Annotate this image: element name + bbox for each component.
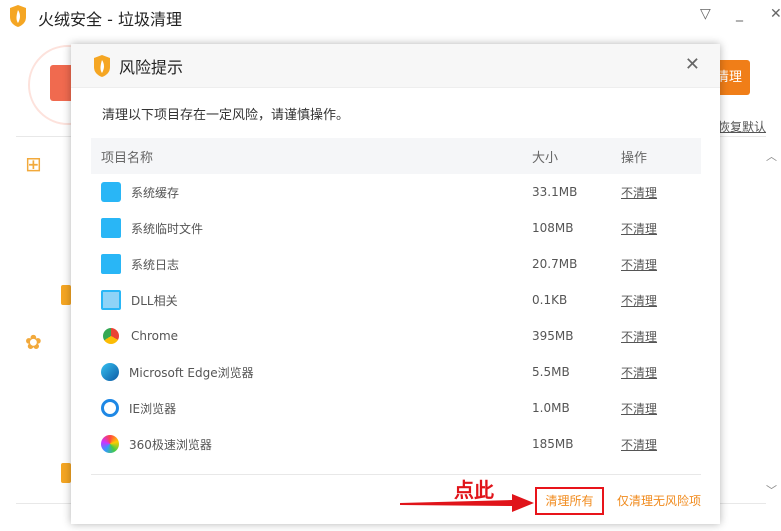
item-name-cell: 系统日志 [91, 254, 532, 274]
skip-clean-link[interactable]: 不清理 [621, 438, 657, 452]
minimize-button[interactable]: _ [736, 6, 743, 22]
item-name: 系统日志 [131, 257, 180, 272]
restore-default-link[interactable]: 恢复默认 [718, 118, 766, 135]
item-size: 395MB [532, 329, 574, 343]
item-name: 系统缓存 [131, 185, 180, 200]
skip-clean-link[interactable]: 不清理 [621, 330, 657, 344]
skip-clean-link[interactable]: 不清理 [621, 366, 657, 380]
item-size: 185MB [532, 437, 574, 451]
item-size: 20.7MB [532, 257, 578, 271]
edge-icon [101, 363, 119, 381]
divider [91, 474, 701, 475]
item-size: 5.5MB [532, 365, 570, 379]
item-size: 108MB [532, 221, 574, 235]
table-row: 系统缓存 33.1MB 不清理 [91, 174, 701, 210]
scroll-down-icon[interactable]: ﹀ [766, 482, 777, 498]
item-name-cell: 系统缓存 [91, 182, 532, 202]
item-name-cell: DLL相关 [91, 290, 532, 310]
orange-tag [61, 463, 71, 483]
item-size: 33.1MB [532, 185, 578, 199]
skip-clean-link[interactable]: 不清理 [621, 222, 657, 236]
item-name-cell: 系统临时文件 [91, 218, 532, 238]
table-header: 项目名称 大小 操作 [91, 138, 701, 174]
item-name: 系统临时文件 [131, 221, 204, 236]
item-name-cell: 360极速浏览器 [91, 435, 532, 453]
drive-icon [101, 182, 121, 202]
chrome-icon [103, 328, 119, 344]
windows-icon: ⊞ [25, 152, 42, 176]
table-row: 360极速浏览器 185MB 不清理 [91, 426, 701, 462]
scroll-up-icon[interactable]: ︿ [766, 148, 777, 164]
log-icon [101, 254, 121, 274]
table-row: Microsoft Edge浏览器 5.5MB 不清理 [91, 354, 701, 390]
table-row: IE浏览器 1.0MB 不清理 [91, 390, 701, 426]
ie-icon [101, 399, 119, 417]
360-browser-icon [101, 435, 119, 453]
item-name: IE浏览器 [129, 401, 177, 416]
warning-text: 清理以下项目存在一定风险，请谨慎操作。 [102, 108, 350, 123]
item-name: 360极速浏览器 [129, 437, 212, 452]
table-row: DLL相关 0.1KB 不清理 [91, 282, 701, 318]
orange-tag [61, 285, 71, 305]
apps-icon: ✿ [25, 330, 42, 354]
risk-dialog: 风险提示 ✕ 清理以下项目存在一定风险，请谨慎操作。 项目名称 大小 操作 系统… [71, 44, 720, 524]
clean-all-button[interactable]: 清理所有 [535, 487, 604, 515]
window-title: 火绒安全 - 垃圾清理 [38, 10, 182, 29]
table-row: Chrome 395MB 不清理 [91, 318, 701, 354]
item-name-cell: Chrome [91, 328, 532, 344]
col-size: 大小 [532, 150, 559, 166]
dialog-titlebar: 风险提示 [71, 44, 720, 88]
dialog-title: 风险提示 [119, 57, 184, 77]
annotation-arrow-icon [400, 494, 534, 512]
item-size: 1.0MB [532, 401, 570, 415]
item-name: Microsoft Edge浏览器 [129, 365, 254, 380]
item-name-cell: Microsoft Edge浏览器 [91, 363, 532, 381]
close-icon[interactable]: ✕ [685, 54, 700, 75]
skip-clean-link[interactable]: 不清理 [621, 186, 657, 200]
skip-clean-link[interactable]: 不清理 [621, 402, 657, 416]
col-action: 操作 [621, 150, 648, 166]
close-window-button[interactable]: ✕ [770, 6, 781, 22]
clean-safe-only-button[interactable]: 仅清理无风险项 [617, 492, 701, 509]
risk-table: 项目名称 大小 操作 系统缓存 33.1MB 不清理 系统临时文件 108MB 不清理 系统… [91, 138, 701, 462]
huorong-logo-icon [10, 5, 26, 27]
item-name-cell: IE浏览器 [91, 399, 532, 417]
col-name: 项目名称 [101, 150, 154, 166]
item-size: 0.1KB [532, 293, 568, 307]
table-row: 系统临时文件 108MB 不清理 [91, 210, 701, 246]
skip-clean-link[interactable]: 不清理 [621, 258, 657, 272]
huorong-logo-icon [94, 54, 110, 77]
menu-button[interactable]: ▽ [700, 6, 711, 22]
table-row: 系统日志 20.7MB 不清理 [91, 246, 701, 282]
skip-clean-link[interactable]: 不清理 [621, 294, 657, 308]
item-name: Chrome [131, 329, 179, 343]
dll-icon [101, 290, 121, 310]
item-name: DLL相关 [131, 293, 178, 308]
folder-icon [101, 218, 121, 238]
